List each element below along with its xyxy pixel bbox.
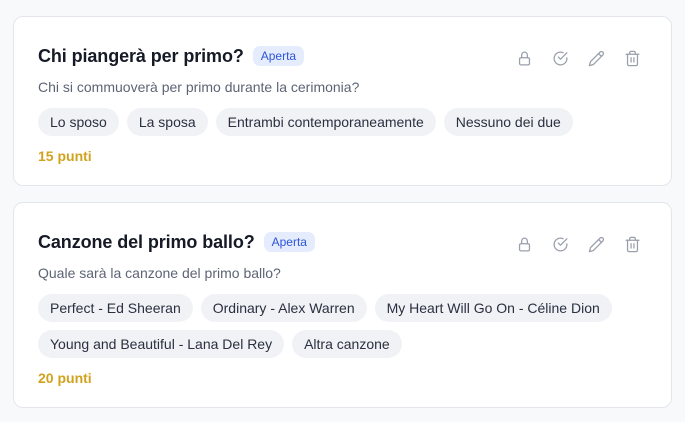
question-description: Quale sarà la canzone del primo ballo? [38, 265, 281, 281]
option-chip[interactable]: Ordinary - Alex Warren [200, 294, 367, 322]
answer-options: Perfect - Ed Sheeran Ordinary - Alex War… [38, 294, 638, 358]
lock-icon[interactable] [515, 49, 533, 67]
pencil-icon[interactable] [587, 235, 605, 253]
trash-icon[interactable] [623, 49, 641, 67]
check-circle-icon[interactable] [551, 235, 569, 253]
lock-icon[interactable] [515, 235, 533, 253]
check-circle-icon[interactable] [551, 49, 569, 67]
question-actions [515, 49, 641, 67]
question-title: Chi piangerà per primo? [38, 45, 244, 66]
pencil-icon[interactable] [587, 49, 605, 67]
option-chip[interactable]: Entrambi contemporaneamente [215, 108, 436, 136]
question-card: Chi piangerà per primo? Aperta Chi si co… [13, 16, 672, 186]
option-chip[interactable]: Young and Beautiful - Lana Del Rey [38, 330, 285, 358]
option-chip[interactable]: My Heart Will Go On - Céline Dion [374, 294, 612, 322]
answer-options: Lo sposo La sposa Entrambi contemporanea… [38, 108, 638, 136]
question-title: Canzone del primo ballo? [38, 231, 255, 252]
points-label: 20 punti [38, 370, 92, 386]
questions-list: Chi piangerà per primo? Aperta Chi si co… [0, 0, 685, 422]
trash-icon[interactable] [623, 235, 641, 253]
status-badge: Aperta [252, 46, 305, 66]
points-label: 15 punti [38, 148, 92, 164]
question-actions [515, 235, 641, 253]
question-card: Canzone del primo ballo? Aperta Quale sa… [13, 202, 672, 408]
option-chip[interactable]: La sposa [126, 108, 208, 136]
option-chip[interactable]: Altra canzone [292, 330, 402, 358]
option-chip[interactable]: Perfect - Ed Sheeran [38, 294, 193, 322]
option-chip[interactable]: Nessuno dei due [443, 108, 573, 136]
option-chip[interactable]: Lo sposo [38, 108, 119, 136]
status-badge: Aperta [263, 232, 315, 252]
question-description: Chi si commuoverà per primo durante la c… [38, 79, 360, 95]
